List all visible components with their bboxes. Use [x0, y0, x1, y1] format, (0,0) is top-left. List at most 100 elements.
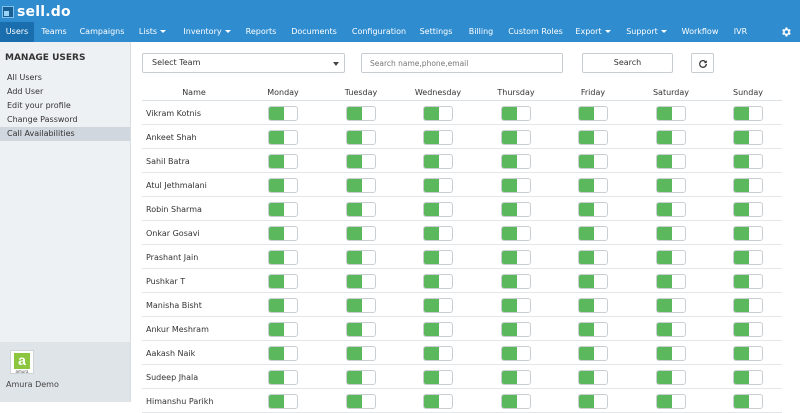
nav-item-reports[interactable]: Reports	[239, 22, 283, 42]
availability-toggle-sunday[interactable]	[733, 202, 763, 217]
nav-item-documents[interactable]: Documents	[283, 22, 345, 42]
availability-toggle-wednesday[interactable]	[423, 298, 453, 313]
availability-toggle-tuesday[interactable]	[346, 274, 376, 289]
availability-toggle-tuesday[interactable]	[346, 322, 376, 337]
availability-toggle-monday[interactable]	[268, 178, 298, 193]
availability-toggle-thursday[interactable]	[501, 346, 531, 361]
availability-toggle-sunday[interactable]	[733, 370, 763, 385]
sidebar-item-edit-your-profile[interactable]: Edit your profile	[0, 99, 130, 113]
nav-item-settings[interactable]: Settings	[413, 22, 459, 42]
availability-toggle-thursday[interactable]	[501, 178, 531, 193]
availability-toggle-thursday[interactable]	[501, 226, 531, 241]
availability-toggle-wednesday[interactable]	[423, 250, 453, 265]
availability-toggle-sunday[interactable]	[733, 322, 763, 337]
availability-toggle-friday[interactable]	[578, 250, 608, 265]
refresh-button[interactable]	[691, 53, 714, 73]
availability-toggle-sunday[interactable]	[733, 130, 763, 145]
nav-item-inventory[interactable]: Inventory	[175, 22, 239, 42]
availability-toggle-tuesday[interactable]	[346, 250, 376, 265]
availability-toggle-saturday[interactable]	[656, 370, 686, 385]
availability-toggle-tuesday[interactable]	[346, 346, 376, 361]
availability-toggle-monday[interactable]	[268, 154, 298, 169]
availability-toggle-saturday[interactable]	[656, 250, 686, 265]
search-button[interactable]: Search	[582, 53, 673, 73]
availability-toggle-monday[interactable]	[268, 298, 298, 313]
availability-toggle-sunday[interactable]	[733, 250, 763, 265]
availability-toggle-wednesday[interactable]	[423, 274, 453, 289]
nav-item-custom-roles[interactable]: Custom Roles	[503, 22, 568, 42]
brand-logo[interactable]: sell.do	[2, 2, 71, 21]
nav-item-campaigns[interactable]: Campaigns	[74, 22, 130, 42]
availability-toggle-saturday[interactable]	[656, 346, 686, 361]
team-select[interactable]: Select Team	[142, 53, 345, 73]
availability-toggle-sunday[interactable]	[733, 346, 763, 361]
nav-item-export[interactable]: Export	[568, 22, 618, 42]
company-logo[interactable]: a amura	[10, 350, 34, 374]
availability-toggle-friday[interactable]	[578, 298, 608, 313]
gear-icon[interactable]	[780, 26, 792, 38]
availability-toggle-sunday[interactable]	[733, 274, 763, 289]
sidebar-item-all-users[interactable]: All Users	[0, 71, 130, 85]
availability-toggle-saturday[interactable]	[656, 226, 686, 241]
availability-toggle-wednesday[interactable]	[423, 106, 453, 121]
availability-toggle-friday[interactable]	[578, 202, 608, 217]
nav-item-users[interactable]: Users	[0, 22, 34, 42]
availability-toggle-thursday[interactable]	[501, 298, 531, 313]
availability-toggle-friday[interactable]	[578, 226, 608, 241]
nav-item-support[interactable]: Support	[618, 22, 675, 42]
availability-toggle-thursday[interactable]	[501, 106, 531, 121]
availability-toggle-sunday[interactable]	[733, 106, 763, 121]
availability-toggle-friday[interactable]	[578, 154, 608, 169]
availability-toggle-wednesday[interactable]	[423, 322, 453, 337]
availability-toggle-wednesday[interactable]	[423, 154, 453, 169]
availability-toggle-wednesday[interactable]	[423, 346, 453, 361]
availability-toggle-monday[interactable]	[268, 370, 298, 385]
availability-toggle-saturday[interactable]	[656, 130, 686, 145]
nav-item-lists[interactable]: Lists	[130, 22, 175, 42]
availability-toggle-tuesday[interactable]	[346, 370, 376, 385]
availability-toggle-tuesday[interactable]	[346, 106, 376, 121]
availability-toggle-thursday[interactable]	[501, 154, 531, 169]
availability-toggle-friday[interactable]	[578, 370, 608, 385]
availability-toggle-wednesday[interactable]	[423, 370, 453, 385]
availability-toggle-thursday[interactable]	[501, 130, 531, 145]
nav-item-teams[interactable]: Teams	[34, 22, 74, 42]
availability-toggle-saturday[interactable]	[656, 154, 686, 169]
sidebar-item-add-user[interactable]: Add User	[0, 85, 130, 99]
availability-toggle-tuesday[interactable]	[346, 226, 376, 241]
availability-toggle-monday[interactable]	[268, 322, 298, 337]
availability-toggle-sunday[interactable]	[733, 154, 763, 169]
availability-toggle-monday[interactable]	[268, 202, 298, 217]
availability-toggle-thursday[interactable]	[501, 322, 531, 337]
availability-toggle-monday[interactable]	[268, 106, 298, 121]
availability-toggle-thursday[interactable]	[501, 250, 531, 265]
availability-toggle-monday[interactable]	[268, 250, 298, 265]
availability-toggle-monday[interactable]	[268, 130, 298, 145]
sidebar-item-change-password[interactable]: Change Password	[0, 113, 130, 127]
availability-toggle-saturday[interactable]	[656, 322, 686, 337]
availability-toggle-saturday[interactable]	[656, 274, 686, 289]
availability-toggle-sunday[interactable]	[733, 226, 763, 241]
availability-toggle-tuesday[interactable]	[346, 178, 376, 193]
availability-toggle-wednesday[interactable]	[423, 226, 453, 241]
availability-toggle-saturday[interactable]	[656, 178, 686, 193]
availability-toggle-sunday[interactable]	[733, 178, 763, 193]
availability-toggle-tuesday[interactable]	[346, 154, 376, 169]
availability-toggle-tuesday[interactable]	[346, 202, 376, 217]
availability-toggle-tuesday[interactable]	[346, 130, 376, 145]
sidebar-item-call-availabilities[interactable]: Call Availabilities	[0, 127, 130, 141]
nav-item-workflow[interactable]: Workflow	[675, 22, 725, 42]
availability-toggle-saturday[interactable]	[656, 106, 686, 121]
availability-toggle-friday[interactable]	[578, 178, 608, 193]
availability-toggle-monday[interactable]	[268, 346, 298, 361]
availability-toggle-sunday[interactable]	[733, 298, 763, 313]
availability-toggle-friday[interactable]	[578, 322, 608, 337]
availability-toggle-monday[interactable]	[268, 274, 298, 289]
nav-item-billing[interactable]: Billing	[459, 22, 503, 42]
availability-toggle-wednesday[interactable]	[423, 130, 453, 145]
search-input[interactable]	[361, 53, 563, 73]
availability-toggle-tuesday[interactable]	[346, 298, 376, 313]
availability-toggle-friday[interactable]	[578, 346, 608, 361]
availability-toggle-wednesday[interactable]	[423, 202, 453, 217]
availability-toggle-saturday[interactable]	[656, 298, 686, 313]
